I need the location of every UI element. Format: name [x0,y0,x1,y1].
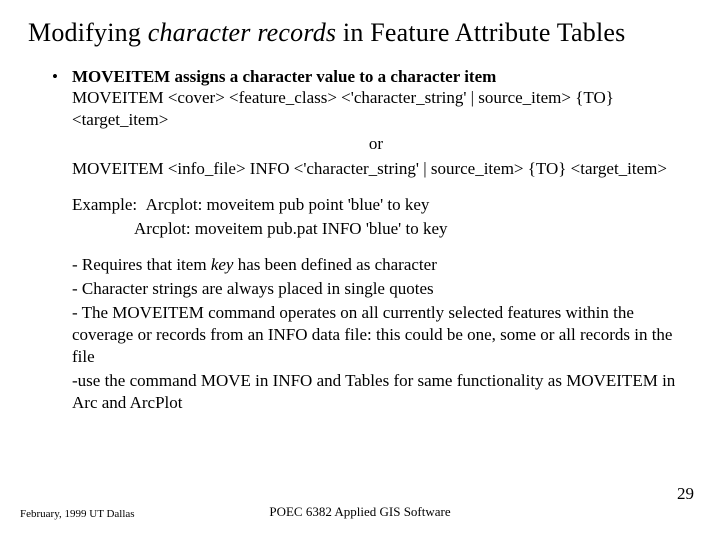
bullet-lead: MOVEITEM assigns a character value to a … [72,67,496,86]
note-1b: has been defined as character [233,255,436,274]
example-block: Example: Arcplot: moveitem pub point 'bl… [48,194,680,240]
syntax-line-1: MOVEITEM <cover> <feature_class> <'chara… [72,87,680,131]
title-italic: character records [148,18,337,47]
syntax-or: or [72,133,680,155]
slide: Modifying character records in Feature A… [0,0,720,540]
slide-body: • MOVEITEM assigns a character value to … [0,48,720,414]
example-line-2: Arcplot: moveitem pub.pat INFO 'blue' to… [72,218,680,240]
title-post: in Feature Attribute Tables [336,18,625,47]
note-1: - Requires that item key has been define… [72,254,680,276]
note-1a: - Requires that item [72,255,211,274]
note-1-italic: key [211,255,234,274]
notes-block: - Requires that item key has been define… [48,254,680,415]
note-2: - Character strings are always placed in… [72,278,680,300]
bullet-marker: • [48,66,62,87]
title-pre: Modifying [28,18,148,47]
slide-title: Modifying character records in Feature A… [0,0,720,48]
bullet-text: MOVEITEM assigns a character value to a … [72,66,680,87]
note-4: -use the command MOVE in INFO and Tables… [72,370,680,414]
bullet-row: • MOVEITEM assigns a character value to … [48,66,680,87]
footer-center: POEC 6382 Applied GIS Software [0,504,720,520]
footer-page-number: 29 [677,484,694,504]
note-3: - The MOVEITEM command operates on all c… [72,302,680,368]
example-l1: Arcplot: moveitem pub point 'blue' to ke… [146,195,430,214]
example-label: Example: [72,195,137,214]
syntax-block: MOVEITEM <cover> <feature_class> <'chara… [48,87,680,179]
syntax-line-2: MOVEITEM <info_file> INFO <'character_st… [72,158,680,180]
example-line-1: Example: Arcplot: moveitem pub point 'bl… [72,194,680,216]
